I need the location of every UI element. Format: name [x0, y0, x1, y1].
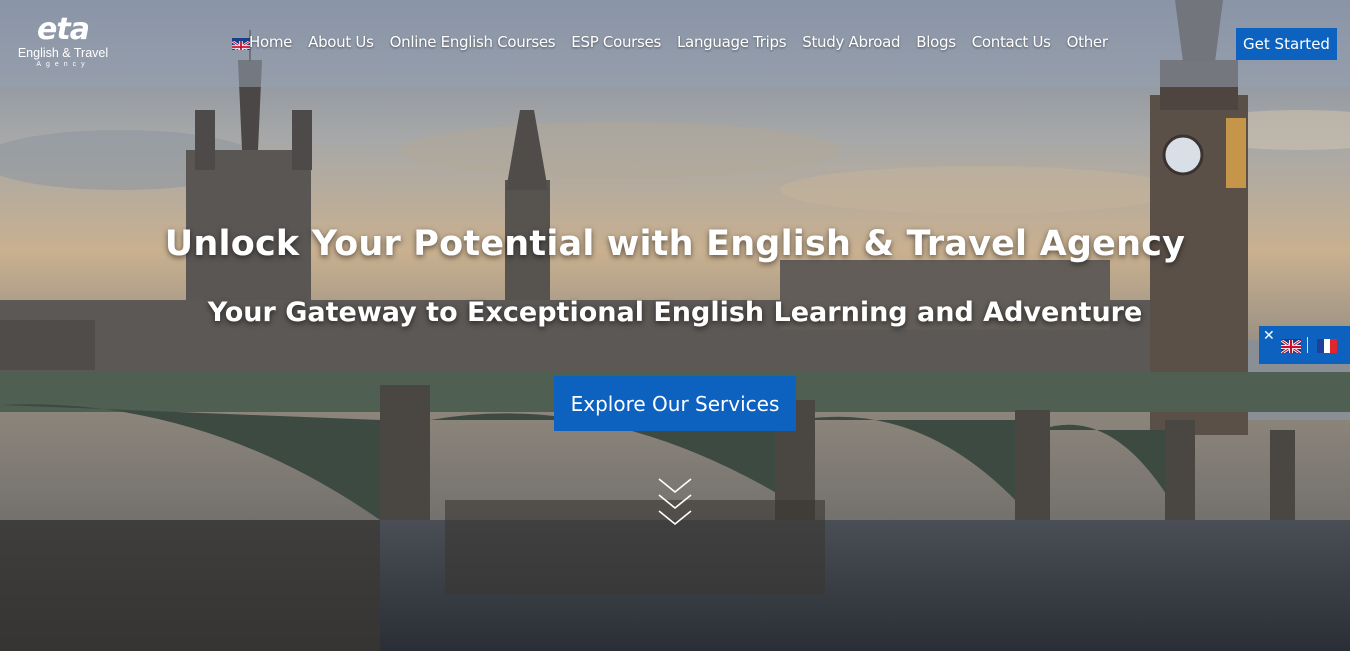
uk-flag-icon[interactable] [1281, 339, 1301, 353]
logo-name: English & Travel [17, 46, 109, 60]
site-logo[interactable]: eta English & Travel Agency [10, 14, 116, 76]
nav-item-other[interactable]: Other [1067, 33, 1108, 53]
nav-item-language-trips[interactable]: Language Trips [677, 33, 787, 53]
hero-headline: Unlock Your Potential with English & Tra… [164, 224, 1186, 264]
explore-services-button[interactable]: Explore Our Services [554, 376, 796, 431]
nav-item-esp-courses[interactable]: ESP Courses [571, 33, 661, 53]
fr-flag-icon[interactable] [1317, 339, 1337, 353]
scroll-down-chevrons-icon[interactable] [656, 476, 694, 528]
uk-flag-icon [232, 38, 250, 50]
language-separator [1307, 337, 1308, 353]
logo-subtitle: Agency [36, 61, 90, 68]
main-nav: Home About Us Online English Courses ESP… [249, 33, 1124, 53]
get-started-button[interactable]: Get Started [1236, 28, 1337, 60]
hero-subheadline: Your Gateway to Exceptional English Lear… [207, 297, 1143, 328]
nav-item-study-abroad[interactable]: Study Abroad [802, 33, 900, 53]
logo-mark: eta [37, 12, 90, 47]
nav-item-about-us[interactable]: About Us [308, 33, 374, 53]
close-icon[interactable]: ✕ [1263, 329, 1275, 343]
language-switcher: ✕ [1259, 326, 1350, 364]
site-header: eta English & Travel Agency Home About U… [0, 0, 1350, 87]
nav-item-online-english-courses[interactable]: Online English Courses [390, 33, 556, 53]
nav-item-contact-us[interactable]: Contact Us [972, 33, 1051, 53]
nav-item-home[interactable]: Home [249, 33, 292, 53]
nav-item-blogs[interactable]: Blogs [916, 33, 956, 53]
